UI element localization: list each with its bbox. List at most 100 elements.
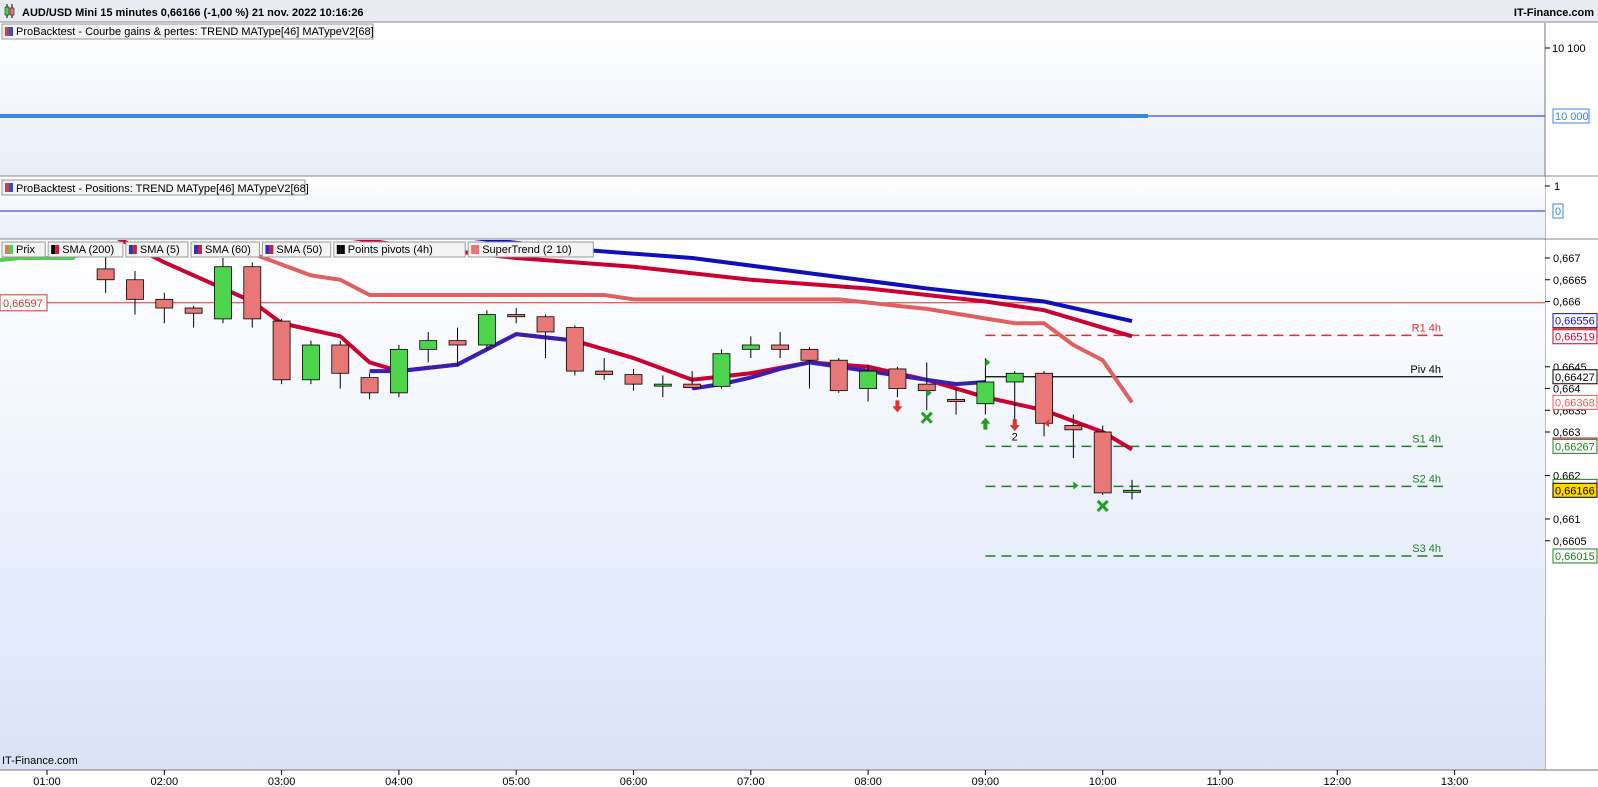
y-tick-label: 0,663 <box>1553 427 1581 439</box>
candle-body <box>1123 489 1141 493</box>
chart-canvas: AUD/USD Mini 15 minutes 0,66166 (-1,00 %… <box>0 0 1598 787</box>
x-tick-label: 12:00 <box>1324 776 1352 787</box>
x-tick-label: 08:00 <box>854 776 882 787</box>
legend-label: SMA (60) <box>205 244 251 256</box>
legend-swatch <box>51 245 56 254</box>
positions-tick: 1 <box>1554 181 1560 193</box>
candle-body <box>360 377 379 394</box>
candle-body <box>624 374 643 385</box>
positions-label: ProBacktest - Positions: TREND MAType[46… <box>16 183 309 195</box>
candle-body <box>477 314 496 346</box>
positions-badge-text: 0 <box>1555 206 1561 218</box>
price-panel <box>0 240 1545 770</box>
legend-label: SMA (5) <box>140 244 180 256</box>
candle-body <box>888 368 907 389</box>
y-tick-label: 0,666 <box>1553 297 1581 309</box>
x-tick-label: 11:00 <box>1207 776 1234 787</box>
x-tick-label: 10:00 <box>1089 776 1117 787</box>
y-tick-label: 0,667 <box>1553 253 1581 265</box>
candle-body <box>272 320 291 381</box>
legend-swatch <box>475 245 480 254</box>
price-badge-text: 0,66519 <box>1555 332 1595 344</box>
price-badge-text: 0,66556 <box>1555 316 1595 328</box>
x-tick-label: 06:00 <box>620 776 648 787</box>
pivot-label: S2 4h <box>1412 473 1441 485</box>
candle-body <box>96 268 115 281</box>
candle-body <box>243 266 262 320</box>
candle-body <box>771 344 790 350</box>
equity-label: ProBacktest - Courbe gains & pertes: TRE… <box>16 26 374 38</box>
y-tick-label: 0,6665 <box>1553 275 1587 287</box>
candle-body <box>829 359 848 392</box>
candle-body <box>302 344 320 381</box>
price-badge-text: 0,66015 <box>1555 551 1595 563</box>
legend-swatch <box>471 245 476 254</box>
legend-swatch <box>194 245 198 254</box>
legend-swatch <box>269 245 274 254</box>
candle-body <box>1035 372 1053 424</box>
legend-swatch <box>336 245 341 254</box>
candle-body <box>1005 372 1024 383</box>
candle-body <box>507 314 526 318</box>
legend-swatch <box>265 245 270 254</box>
candle-body <box>653 383 672 387</box>
y-tick-label: 0,661 <box>1553 514 1581 526</box>
candle-body <box>155 298 174 309</box>
y-tick-label: 0,6605 <box>1553 536 1587 548</box>
pivot-label: S1 4h <box>1412 433 1441 445</box>
pivot-label: Piv 4h <box>1410 364 1441 376</box>
candle-body <box>565 327 584 372</box>
legend-swatch <box>9 245 13 254</box>
candle-body <box>448 340 467 346</box>
candle-body <box>683 383 702 389</box>
legend-swatch <box>128 245 133 254</box>
y-tick-label: 0,664 <box>1553 384 1581 396</box>
legend-swatch <box>198 245 202 254</box>
candle-body <box>1093 431 1112 494</box>
candle-body <box>712 353 731 387</box>
x-tick-label: 05:00 <box>502 776 530 787</box>
x-axis: 01:00 02:00 03:00 04:00 05:00 06:00 07:00 08:00… <box>33 770 1468 787</box>
candle-body <box>947 398 965 402</box>
candle-body <box>331 344 350 374</box>
price-legend: Prix SMA (200) SMA (5) SMA (60) SMA (50) Poin… <box>1 241 594 258</box>
watermark: IT-Finance.com <box>2 755 78 767</box>
price-badge-text: 0,66166 <box>1555 485 1595 497</box>
price-badge-text: 0,66267 <box>1555 441 1595 453</box>
equity-panel <box>0 23 1545 176</box>
x-tick-label: 01:00 <box>33 776 61 787</box>
legend-swatch <box>340 245 345 254</box>
candle-body <box>859 370 877 389</box>
candle-body <box>389 348 408 394</box>
x-tick-label: 03:00 <box>268 776 296 787</box>
x-tick-label: 04:00 <box>385 776 413 787</box>
candle-body <box>419 340 438 350</box>
pivot-label: S3 4h <box>1412 543 1441 555</box>
legend-label: Points pivots (4h) <box>348 244 433 256</box>
legend-swatch <box>55 245 60 254</box>
price-badge-text: 0,66427 <box>1555 372 1595 384</box>
x-tick-label: 02:00 <box>151 776 179 787</box>
candle-body <box>184 307 203 314</box>
candle-body <box>126 279 144 300</box>
candle-body <box>595 370 614 375</box>
candle-body <box>1064 425 1083 431</box>
legend-label: SMA (50) <box>276 244 322 256</box>
candle-body <box>800 348 819 361</box>
legend-label: SMA (200) <box>62 244 114 256</box>
legend-label: SuperTrend (2 10) <box>482 244 571 256</box>
pivot-label: R1 4h <box>1412 322 1441 334</box>
equity-badge-text: 10 000 <box>1555 111 1589 123</box>
marker-count: 2 <box>1012 432 1018 444</box>
chart-title: AUD/USD Mini 15 minutes 0,66166 (-1,00 %… <box>22 7 364 19</box>
candle-body <box>741 344 760 350</box>
x-tick-label: 09:00 <box>972 776 1000 787</box>
candle-body <box>536 316 555 333</box>
candle-body <box>976 381 995 405</box>
legend-swatch <box>132 245 137 254</box>
equity-tick: 10 100 <box>1552 43 1586 55</box>
brand-name: IT-Finance.com <box>1514 7 1594 19</box>
legend-swatch <box>5 245 9 254</box>
price-badge-text: 0,66368 <box>1555 397 1595 409</box>
x-tick-label: 07:00 <box>737 776 765 787</box>
